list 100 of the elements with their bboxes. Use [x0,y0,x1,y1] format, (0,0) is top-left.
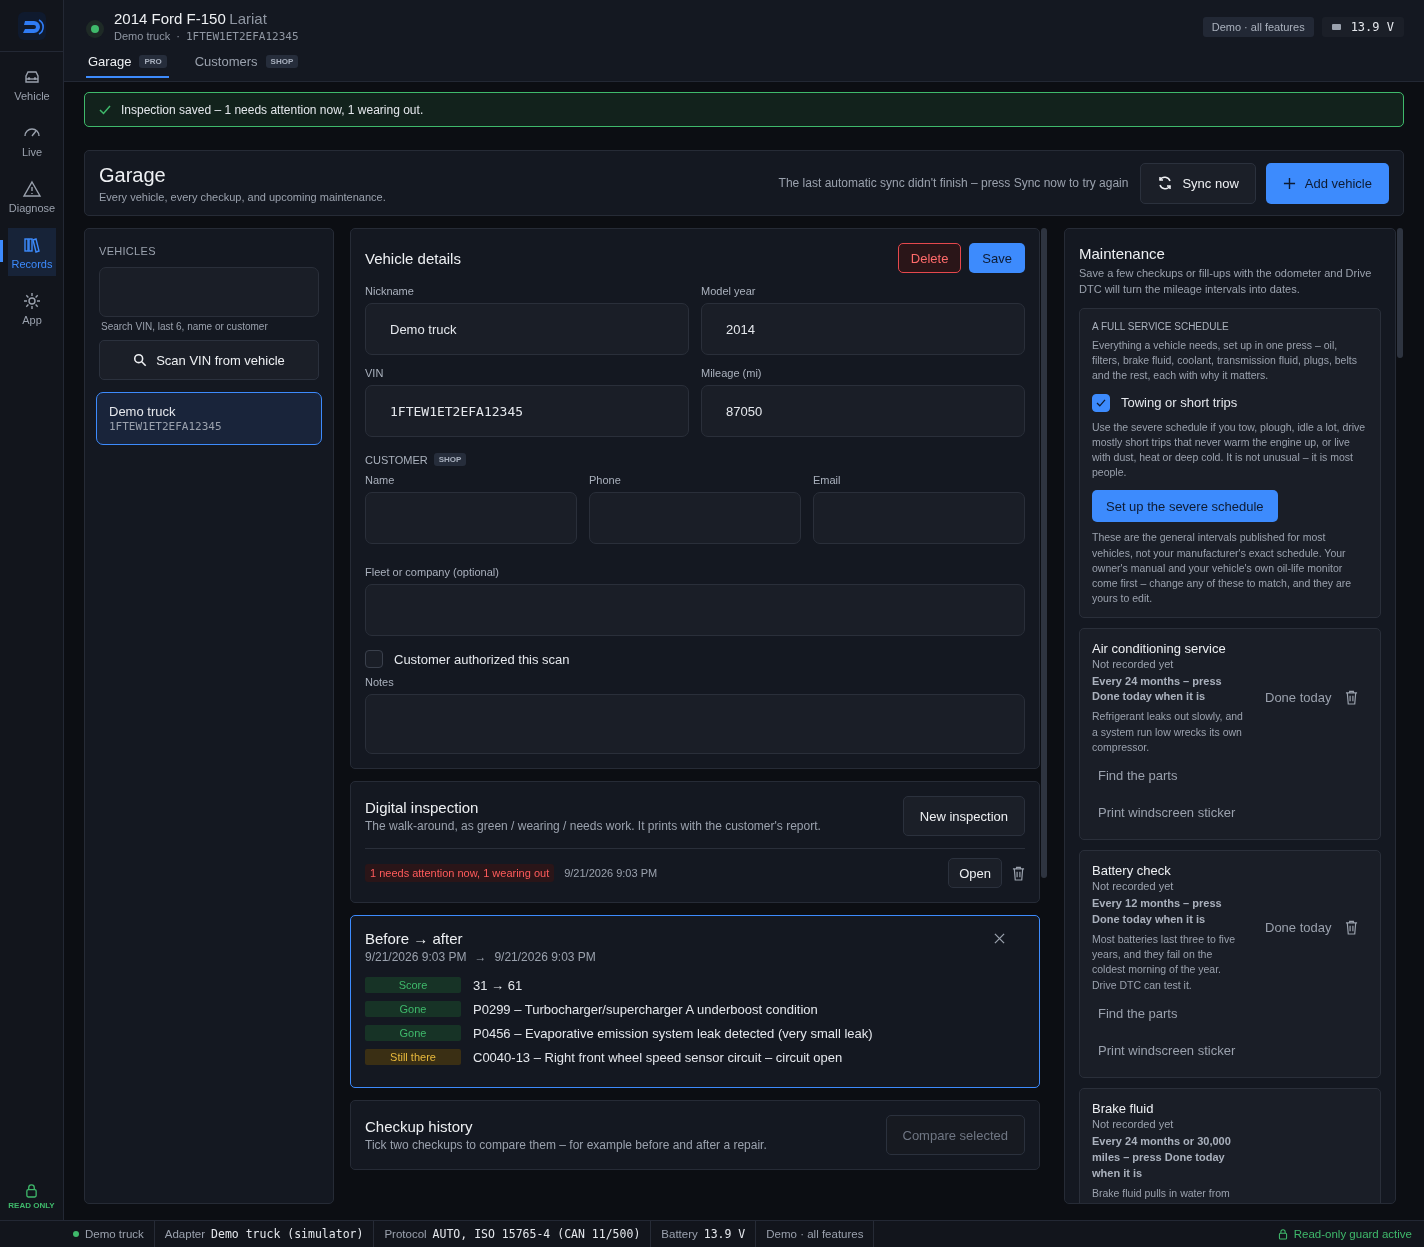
vehicle-vin: 1FTEW1ET2EFA12345 [109,420,223,433]
checkbox[interactable] [365,650,383,668]
item-reason: Most batteries last three to five years, and they fail on the coldest morning of the year. Drive DTC can test it. [1092,931,1236,993]
status-badge: Still there [365,1049,461,1065]
input-field[interactable] [813,492,1025,544]
field-label: Name [365,474,396,486]
plus-icon [1282,176,1296,190]
lock-icon [1277,1228,1288,1240]
guard-status: Read-only guard active [1293,1228,1412,1240]
card-subtitle: The walk-around, as green / wearing / needs work. It prints with the customer's report. [365,819,821,833]
rail-nav-item[interactable]: App [0,284,56,332]
status-mode: Demo · all features [766,1228,864,1240]
section-heading: CUSTOMER [365,453,428,466]
item-status: Not recorded yet [1092,880,1175,893]
section-heading: A FULL SERVICE SCHEDULE [1092,320,1230,332]
tab-label: Customers [194,54,258,69]
item-link-button[interactable]: Print windscreen sticker [1092,796,1242,830]
field-label: Model year [701,285,757,297]
item-status: Not recorded yet [1092,657,1175,670]
notes-field[interactable] [365,694,1025,754]
item-title: Battery check [1092,863,1172,879]
demo-mode-badge: Demo · all features [1202,17,1314,37]
vehicle-vin: 1FTEW1ET2EFA12345 [185,30,299,43]
card-title: Checkup history [365,1118,474,1135]
item-interval: Every 12 months – press Done today when it is [1092,896,1223,927]
card-title: Digital inspection [365,799,480,816]
tier-badge: PRO [139,55,167,68]
item-title: Brake fluid [1092,1100,1155,1116]
lock-icon [25,1183,38,1198]
from-date: 9/21/2026 9:03 PM [365,950,467,964]
checkbox[interactable] [1092,393,1110,412]
add-vehicle-button[interactable]: Add vehicle [1265,162,1389,204]
close-icon[interactable] [994,933,1005,944]
panel-intro: Save a few checkups or fill-ups with the odometer and Drive DTC will turn the mileage intervals into dates. [1079,266,1373,297]
new-inspection-button[interactable]: New inspection [902,796,1025,836]
vehicle-list-item[interactable]: Demo truck 1FTEW1ET2EFA12345 [96,392,322,445]
severe-schedule-note: Use the severe schedule if you tow, plough, idle a lot, drive mostly short trips that never warm the engine up, or live with dust, heat or deep cold. It is not unusual – it is most people. [1092,419,1367,481]
severe-schedule-button[interactable]: Set up the severe schedule [1092,490,1278,523]
status-vehicle: Demo truck [85,1228,144,1240]
input-field[interactable]: 1FTEW1ET2EFA12345 [365,385,689,437]
schedule-description: Everything a vehicle needs, set up in one press – oil, filters, brake fluid, coolant, transmission fluid, plugs, belts and the rest, each with why it matters. [1092,337,1358,384]
vehicle-trim: Lariat [229,10,267,27]
item-status: Not recorded yet [1092,1117,1175,1130]
checkbox-label: Towing or short trips [1121,395,1238,411]
delete-button[interactable]: Delete [897,243,962,273]
rail-nav-item[interactable]: Live [0,116,56,164]
field-label: Fleet or company (optional) [365,566,500,578]
read-only-label: READ ONLY [8,1201,55,1210]
adapter-value: Demo truck (simulator) [211,1227,364,1241]
status-label: Battery [661,1228,698,1240]
tab-label: Garage [88,54,132,69]
arrow: → [474,950,487,964]
done-today-button[interactable]: Done today [1260,689,1337,707]
trash-icon[interactable] [1344,690,1358,706]
panel-title: Maintenance [1079,245,1166,262]
scan-vin-button[interactable]: Scan VIN from vehicle [99,340,319,380]
item-interval: Every 24 months – press Done today when it is [1092,673,1223,705]
input-field[interactable] [365,584,1025,636]
input-field[interactable] [365,492,577,544]
app-logo-icon [17,11,46,40]
sync-icon [1157,175,1174,191]
change-text: P0456 – Evaporative emission system leak detected (very small leak) [473,1025,873,1041]
section-heading: VEHICLES [99,245,157,257]
vehicle-name: Demo truck [109,404,177,419]
input-field[interactable]: 87050 [701,385,1025,437]
rail-nav-item[interactable]: Records [0,228,56,276]
inspection-date: 9/21/2026 9:03 PM [564,867,658,879]
search-hint: Search VIN, last 6, name or customer [101,321,269,332]
disclaimer-text: These are the general intervals published for most vehicles, not your manufacturer's exact schedule. Your owner's manual and your vehicle's own oil-life monitor come first – change any of these to match, and they are yours to edit. [1092,530,1353,607]
item-link-button[interactable]: Find the parts [1092,759,1184,793]
sync-warning: The last automatic sync didn't finish – press Sync now to try again [778,176,1129,190]
item-link-button[interactable]: Print windscreen sticker [1092,1033,1242,1067]
input-field[interactable] [589,492,801,544]
trash-icon[interactable] [1012,865,1025,881]
item-link-button[interactable]: Find the parts [1092,996,1184,1030]
save-button[interactable]: Save [969,243,1025,273]
status-badge: Gone [365,1025,461,1041]
status-label: Adapter [164,1228,206,1240]
card-title: Vehicle details [365,249,461,267]
vehicle-search-field[interactable] [99,267,319,317]
separator: · [176,30,180,43]
protocol-value: AUTO, ISO 15765-4 (CAN 11/500) [432,1227,641,1241]
trash-icon[interactable] [1344,920,1358,936]
item-reason: Refrigerant leaks out slowly, and a system run low wrecks its own compressor. [1092,709,1244,755]
input-field[interactable]: Demo truck [365,303,689,355]
rail-nav-item[interactable]: Diagnose [0,172,56,220]
status-badge: Score [365,977,461,993]
sync-now-button[interactable]: Sync now [1140,162,1256,204]
status-label: Protocol [384,1228,427,1240]
item-title: Air conditioning service [1092,640,1227,656]
nav-tab[interactable]: Garage PRO [86,49,169,78]
rail-nav-item[interactable]: Vehicle [0,60,56,108]
banner-message: Inspection saved – 1 needs attention now, 1 wearing out. [121,102,424,117]
done-today-button[interactable]: Done today [1260,919,1337,937]
open-button[interactable]: Open [948,858,1002,888]
to-date: 9/21/2026 9:03 PM [494,950,596,964]
nav-tab[interactable]: Customers SHOP [192,49,301,78]
field-label: Nickname [365,285,415,297]
input-field[interactable]: 2014 [701,303,1025,355]
field-label: Notes [365,676,395,688]
